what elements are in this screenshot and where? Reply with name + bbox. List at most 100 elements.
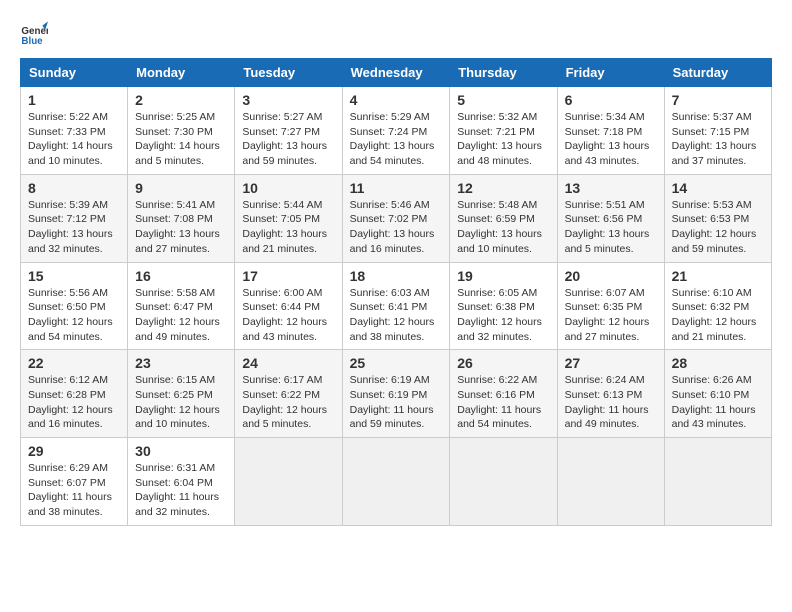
header-thursday: Thursday [450, 59, 557, 87]
day-number: 22 [28, 355, 120, 371]
calendar-day-cell: 4 Sunrise: 5:29 AM Sunset: 7:24 PM Dayli… [342, 87, 450, 175]
header-saturday: Saturday [664, 59, 771, 87]
svg-text:Blue: Blue [21, 36, 43, 47]
calendar-day-cell: 28 Sunrise: 6:26 AM Sunset: 6:10 PM Dayl… [664, 350, 771, 438]
day-number: 25 [350, 355, 443, 371]
calendar-week-row: 1 Sunrise: 5:22 AM Sunset: 7:33 PM Dayli… [21, 87, 772, 175]
header-wednesday: Wednesday [342, 59, 450, 87]
calendar-day-cell: 13 Sunrise: 5:51 AM Sunset: 6:56 PM Dayl… [557, 174, 664, 262]
calendar-day-cell: 5 Sunrise: 5:32 AM Sunset: 7:21 PM Dayli… [450, 87, 557, 175]
calendar-day-cell: 7 Sunrise: 5:37 AM Sunset: 7:15 PM Dayli… [664, 87, 771, 175]
calendar-day-cell: 15 Sunrise: 5:56 AM Sunset: 6:50 PM Dayl… [21, 262, 128, 350]
day-number: 21 [672, 268, 764, 284]
calendar-day-cell: 12 Sunrise: 5:48 AM Sunset: 6:59 PM Dayl… [450, 174, 557, 262]
day-info: Sunrise: 6:10 AM Sunset: 6:32 PM Dayligh… [672, 286, 764, 345]
calendar-day-cell: 20 Sunrise: 6:07 AM Sunset: 6:35 PM Dayl… [557, 262, 664, 350]
day-number: 6 [565, 92, 657, 108]
calendar-day-cell: 10 Sunrise: 5:44 AM Sunset: 7:05 PM Dayl… [235, 174, 342, 262]
logo-icon: General Blue [20, 20, 48, 48]
day-info: Sunrise: 6:05 AM Sunset: 6:38 PM Dayligh… [457, 286, 549, 345]
day-info: Sunrise: 5:58 AM Sunset: 6:47 PM Dayligh… [135, 286, 227, 345]
day-number: 15 [28, 268, 120, 284]
header-monday: Monday [128, 59, 235, 87]
day-info: Sunrise: 5:41 AM Sunset: 7:08 PM Dayligh… [135, 198, 227, 257]
day-info: Sunrise: 5:51 AM Sunset: 6:56 PM Dayligh… [565, 198, 657, 257]
day-info: Sunrise: 6:03 AM Sunset: 6:41 PM Dayligh… [350, 286, 443, 345]
calendar-day-cell: 14 Sunrise: 5:53 AM Sunset: 6:53 PM Dayl… [664, 174, 771, 262]
day-number: 30 [135, 443, 227, 459]
day-info: Sunrise: 6:26 AM Sunset: 6:10 PM Dayligh… [672, 373, 764, 432]
calendar-day-cell [235, 438, 342, 526]
day-info: Sunrise: 6:22 AM Sunset: 6:16 PM Dayligh… [457, 373, 549, 432]
day-info: Sunrise: 6:00 AM Sunset: 6:44 PM Dayligh… [242, 286, 334, 345]
day-info: Sunrise: 5:46 AM Sunset: 7:02 PM Dayligh… [350, 198, 443, 257]
calendar-day-cell: 24 Sunrise: 6:17 AM Sunset: 6:22 PM Dayl… [235, 350, 342, 438]
calendar-table: SundayMondayTuesdayWednesdayThursdayFrid… [20, 58, 772, 526]
calendar-day-cell: 17 Sunrise: 6:00 AM Sunset: 6:44 PM Dayl… [235, 262, 342, 350]
day-number: 1 [28, 92, 120, 108]
day-info: Sunrise: 5:53 AM Sunset: 6:53 PM Dayligh… [672, 198, 764, 257]
calendar-day-cell [450, 438, 557, 526]
day-number: 11 [350, 180, 443, 196]
day-number: 18 [350, 268, 443, 284]
day-info: Sunrise: 6:19 AM Sunset: 6:19 PM Dayligh… [350, 373, 443, 432]
day-number: 9 [135, 180, 227, 196]
day-info: Sunrise: 6:24 AM Sunset: 6:13 PM Dayligh… [565, 373, 657, 432]
day-info: Sunrise: 5:56 AM Sunset: 6:50 PM Dayligh… [28, 286, 120, 345]
calendar-day-cell: 1 Sunrise: 5:22 AM Sunset: 7:33 PM Dayli… [21, 87, 128, 175]
header-tuesday: Tuesday [235, 59, 342, 87]
day-number: 13 [565, 180, 657, 196]
day-number: 10 [242, 180, 334, 196]
day-number: 2 [135, 92, 227, 108]
day-info: Sunrise: 5:29 AM Sunset: 7:24 PM Dayligh… [350, 110, 443, 169]
calendar-day-cell: 8 Sunrise: 5:39 AM Sunset: 7:12 PM Dayli… [21, 174, 128, 262]
day-info: Sunrise: 5:39 AM Sunset: 7:12 PM Dayligh… [28, 198, 120, 257]
day-number: 19 [457, 268, 549, 284]
calendar-day-cell: 11 Sunrise: 5:46 AM Sunset: 7:02 PM Dayl… [342, 174, 450, 262]
day-number: 3 [242, 92, 334, 108]
day-info: Sunrise: 6:12 AM Sunset: 6:28 PM Dayligh… [28, 373, 120, 432]
calendar-day-cell: 9 Sunrise: 5:41 AM Sunset: 7:08 PM Dayli… [128, 174, 235, 262]
day-info: Sunrise: 5:22 AM Sunset: 7:33 PM Dayligh… [28, 110, 120, 169]
calendar-day-cell: 25 Sunrise: 6:19 AM Sunset: 6:19 PM Dayl… [342, 350, 450, 438]
day-number: 12 [457, 180, 549, 196]
day-info: Sunrise: 5:34 AM Sunset: 7:18 PM Dayligh… [565, 110, 657, 169]
calendar-week-row: 15 Sunrise: 5:56 AM Sunset: 6:50 PM Dayl… [21, 262, 772, 350]
calendar-day-cell: 22 Sunrise: 6:12 AM Sunset: 6:28 PM Dayl… [21, 350, 128, 438]
header-friday: Friday [557, 59, 664, 87]
page-header: General Blue [20, 20, 772, 48]
day-number: 14 [672, 180, 764, 196]
day-number: 20 [565, 268, 657, 284]
calendar-day-cell: 23 Sunrise: 6:15 AM Sunset: 6:25 PM Dayl… [128, 350, 235, 438]
calendar-day-cell: 19 Sunrise: 6:05 AM Sunset: 6:38 PM Dayl… [450, 262, 557, 350]
calendar-week-row: 29 Sunrise: 6:29 AM Sunset: 6:07 PM Dayl… [21, 438, 772, 526]
day-info: Sunrise: 5:37 AM Sunset: 7:15 PM Dayligh… [672, 110, 764, 169]
day-number: 8 [28, 180, 120, 196]
calendar-day-cell: 16 Sunrise: 5:58 AM Sunset: 6:47 PM Dayl… [128, 262, 235, 350]
day-info: Sunrise: 6:17 AM Sunset: 6:22 PM Dayligh… [242, 373, 334, 432]
calendar-day-cell: 18 Sunrise: 6:03 AM Sunset: 6:41 PM Dayl… [342, 262, 450, 350]
calendar-day-cell [557, 438, 664, 526]
day-number: 7 [672, 92, 764, 108]
day-info: Sunrise: 5:27 AM Sunset: 7:27 PM Dayligh… [242, 110, 334, 169]
calendar-day-cell: 6 Sunrise: 5:34 AM Sunset: 7:18 PM Dayli… [557, 87, 664, 175]
header-sunday: Sunday [21, 59, 128, 87]
calendar-week-row: 8 Sunrise: 5:39 AM Sunset: 7:12 PM Dayli… [21, 174, 772, 262]
day-info: Sunrise: 5:25 AM Sunset: 7:30 PM Dayligh… [135, 110, 227, 169]
calendar-day-cell: 2 Sunrise: 5:25 AM Sunset: 7:30 PM Dayli… [128, 87, 235, 175]
day-info: Sunrise: 5:44 AM Sunset: 7:05 PM Dayligh… [242, 198, 334, 257]
day-number: 5 [457, 92, 549, 108]
calendar-day-cell: 3 Sunrise: 5:27 AM Sunset: 7:27 PM Dayli… [235, 87, 342, 175]
calendar-day-cell: 30 Sunrise: 6:31 AM Sunset: 6:04 PM Dayl… [128, 438, 235, 526]
day-info: Sunrise: 6:29 AM Sunset: 6:07 PM Dayligh… [28, 461, 120, 520]
day-number: 29 [28, 443, 120, 459]
logo: General Blue [20, 20, 48, 48]
day-number: 27 [565, 355, 657, 371]
calendar-day-cell [664, 438, 771, 526]
calendar-day-cell: 21 Sunrise: 6:10 AM Sunset: 6:32 PM Dayl… [664, 262, 771, 350]
day-number: 24 [242, 355, 334, 371]
day-info: Sunrise: 6:15 AM Sunset: 6:25 PM Dayligh… [135, 373, 227, 432]
calendar-day-cell: 29 Sunrise: 6:29 AM Sunset: 6:07 PM Dayl… [21, 438, 128, 526]
calendar-week-row: 22 Sunrise: 6:12 AM Sunset: 6:28 PM Dayl… [21, 350, 772, 438]
calendar-header-row: SundayMondayTuesdayWednesdayThursdayFrid… [21, 59, 772, 87]
